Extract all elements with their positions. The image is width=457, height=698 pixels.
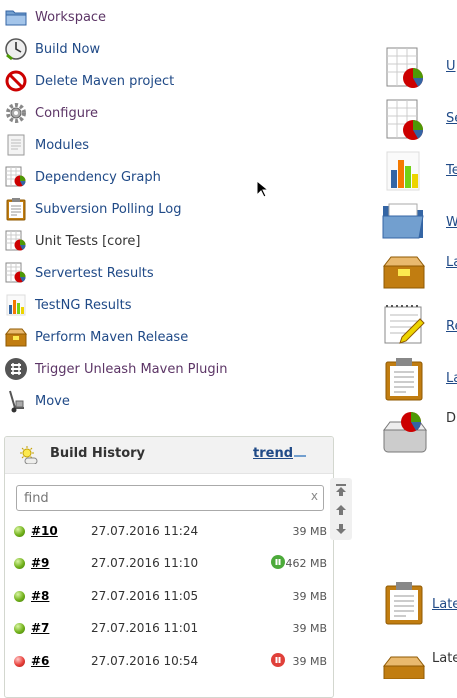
clock-icon bbox=[4, 37, 28, 61]
first-page-icon[interactable] bbox=[334, 483, 348, 497]
right-link-9[interactable]: Late bbox=[432, 597, 457, 612]
report-chart-icon bbox=[4, 229, 28, 253]
package-icon bbox=[381, 254, 427, 294]
document-icon bbox=[4, 133, 28, 157]
build-date: 27.07.2016 10:54 bbox=[91, 654, 199, 668]
report-chart-icon bbox=[4, 261, 28, 285]
build-number-link[interactable]: #9 bbox=[31, 556, 49, 570]
task-trigger-unleash[interactable]: Trigger Unleash Maven Plugin bbox=[4, 353, 324, 385]
next-page-icon[interactable] bbox=[334, 522, 348, 536]
task-label: Configure bbox=[35, 105, 99, 121]
build-date: 27.07.2016 11:24 bbox=[91, 524, 199, 538]
right-link-2[interactable]: Se bbox=[446, 111, 457, 126]
build-size: 39 MB bbox=[292, 525, 327, 538]
task-unit-tests[interactable]: Unit Tests [core] bbox=[4, 225, 324, 257]
clipboard-icon bbox=[384, 356, 424, 406]
release-badge-icon bbox=[271, 555, 285, 569]
right-link-4[interactable]: W bbox=[446, 215, 457, 230]
status-success-icon bbox=[14, 623, 25, 634]
history-pager bbox=[330, 478, 352, 540]
disk-usage-icon bbox=[381, 410, 429, 458]
right-text-10: Late bbox=[432, 651, 457, 666]
build-number-link[interactable]: #8 bbox=[31, 589, 49, 603]
weather-sunny-icon bbox=[19, 446, 39, 468]
task-move[interactable]: Move bbox=[4, 385, 324, 417]
task-label: Perform Maven Release bbox=[35, 329, 189, 345]
build-date: 27.07.2016 11:10 bbox=[91, 556, 199, 570]
build-history-widget: Build History trend x #10 27.07.2016 11:… bbox=[4, 436, 334, 698]
build-row[interactable]: #7 27.07.2016 11:01 39 MB bbox=[5, 614, 333, 646]
build-date: 27.07.2016 11:05 bbox=[91, 589, 199, 603]
build-row[interactable]: #6 27.07.2016 10:54 39 MB bbox=[5, 647, 333, 679]
build-size: 462 MB bbox=[285, 557, 327, 570]
task-label: Move bbox=[35, 393, 70, 409]
build-date: 27.07.2016 11:01 bbox=[91, 621, 199, 635]
clipboard-icon bbox=[4, 197, 28, 221]
build-row[interactable]: #8 27.07.2016 11:05 39 MB bbox=[5, 582, 333, 614]
task-workspace[interactable]: Workspace bbox=[4, 1, 324, 33]
find-field: x bbox=[16, 485, 324, 511]
right-link-5[interactable]: La bbox=[446, 255, 457, 270]
report-chart-icon bbox=[4, 165, 28, 189]
build-history-title: Build History bbox=[50, 446, 146, 461]
task-perform-maven-release[interactable]: Perform Maven Release bbox=[4, 321, 324, 353]
status-success-icon bbox=[14, 526, 25, 537]
task-label: Unit Tests [core] bbox=[35, 233, 141, 249]
build-number-link[interactable]: #10 bbox=[31, 524, 58, 538]
right-link-3[interactable]: Te bbox=[446, 163, 457, 178]
task-testng-results[interactable]: TestNG Results bbox=[4, 289, 324, 321]
task-label: Workspace bbox=[35, 9, 107, 25]
gear-icon bbox=[4, 101, 28, 125]
bar-chart-icon bbox=[4, 293, 28, 317]
task-label: Modules bbox=[35, 137, 90, 153]
build-history-header: Build History trend bbox=[5, 437, 333, 474]
package-icon bbox=[4, 325, 28, 349]
task-modules[interactable]: Modules bbox=[4, 129, 324, 161]
mouse-pointer-icon bbox=[256, 179, 270, 202]
task-label: Subversion Polling Log bbox=[35, 201, 182, 217]
hand-truck-icon bbox=[4, 389, 28, 413]
clear-search-button[interactable]: x bbox=[311, 489, 318, 503]
folder-icon bbox=[4, 5, 28, 29]
status-success-icon bbox=[14, 558, 25, 569]
right-text-8: D bbox=[446, 411, 457, 426]
report-chart-icon bbox=[385, 98, 425, 146]
report-chart-icon bbox=[385, 46, 425, 94]
build-number-link[interactable]: #6 bbox=[31, 654, 49, 668]
trend-link[interactable]: trend bbox=[253, 446, 293, 461]
task-label: Delete Maven project bbox=[35, 73, 175, 89]
right-link-7[interactable]: La bbox=[446, 371, 457, 386]
prev-page-icon[interactable] bbox=[334, 503, 348, 517]
clipboard-icon bbox=[384, 580, 424, 630]
status-success-icon bbox=[14, 591, 25, 602]
task-dependency-graph[interactable]: Dependency Graph bbox=[4, 161, 324, 193]
build-row[interactable]: #9 27.07.2016 11:10 462 MB bbox=[5, 549, 333, 581]
find-input[interactable] bbox=[22, 487, 296, 509]
status-failed-icon bbox=[14, 656, 25, 667]
build-size: 39 MB bbox=[292, 655, 327, 668]
task-label: Build Now bbox=[35, 41, 101, 57]
notepad-pencil-icon bbox=[382, 303, 428, 351]
task-label: Trigger Unleash Maven Plugin bbox=[35, 361, 228, 377]
build-size: 39 MB bbox=[292, 590, 327, 603]
collapse-button[interactable] bbox=[294, 455, 306, 457]
right-link-6[interactable]: Re bbox=[446, 319, 457, 334]
build-size: 39 MB bbox=[292, 622, 327, 635]
unleash-icon bbox=[4, 357, 28, 381]
no-entry-icon bbox=[4, 69, 28, 93]
task-subversion-polling-log[interactable]: Subversion Polling Log bbox=[4, 193, 324, 225]
folder-icon bbox=[381, 200, 427, 246]
task-label: TestNG Results bbox=[35, 297, 132, 313]
task-build-now[interactable]: Build Now bbox=[4, 33, 324, 65]
bar-chart-icon bbox=[385, 150, 423, 196]
task-delete-project[interactable]: Delete Maven project bbox=[4, 65, 324, 97]
right-link-1[interactable]: U bbox=[446, 59, 456, 74]
task-label: Servertest Results bbox=[35, 265, 154, 281]
build-number-link[interactable]: #7 bbox=[31, 621, 49, 635]
release-badge-icon bbox=[271, 653, 285, 667]
task-label: Dependency Graph bbox=[35, 169, 161, 185]
task-configure[interactable]: Configure bbox=[4, 97, 324, 129]
task-servertest-results[interactable]: Servertest Results bbox=[4, 257, 324, 289]
build-row[interactable]: #10 27.07.2016 11:24 39 MB bbox=[5, 517, 333, 549]
